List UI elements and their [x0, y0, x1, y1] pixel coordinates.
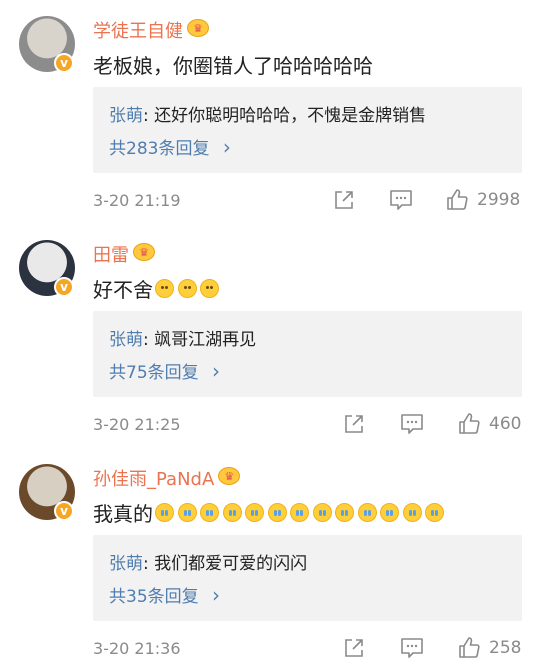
view-replies-link[interactable]: 共35条回复 › [109, 582, 220, 607]
sad-face-emoji [200, 279, 219, 298]
reply-separator: : [143, 106, 155, 126]
reply-author[interactable]: 张萌 [109, 106, 143, 126]
crying-face-emoji [312, 503, 332, 522]
comment-text: 老板娘，你圈错人了哈哈哈哈哈 [93, 50, 375, 79]
share-icon[interactable] [343, 413, 365, 435]
crying-face-emoji [155, 503, 174, 522]
reply-preview: 张萌: 飒哥江湖再见 [109, 325, 256, 350]
chevron-right-icon: › [212, 583, 221, 607]
comment-icon[interactable] [400, 637, 424, 659]
crying-face-emoji [200, 503, 219, 522]
verified-badge-icon: v [54, 501, 74, 521]
like-count: 2998 [477, 190, 521, 210]
reply-separator: : [143, 554, 155, 574]
crying-face-emoji [267, 503, 287, 522]
sad-face-emoji [155, 279, 174, 298]
comment-icon[interactable] [400, 413, 424, 435]
crying-face-emoji [290, 503, 309, 522]
like-count: 258 [489, 638, 522, 658]
comment-text-body: 我真的 [93, 502, 153, 526]
view-replies-link[interactable]: 共75条回复 › [109, 358, 220, 383]
comment-text: 好不舍 [93, 274, 223, 303]
thumbs-up-icon[interactable] [445, 188, 469, 212]
comment-item: v 孙佳雨_PaNdA ♛ 我真的 张萌: 我们都爱可爱的闪闪 共35条回复 ›… [0, 448, 539, 672]
reply-box[interactable]: 张萌: 我们都爱可爱的闪闪 共35条回复 › [93, 535, 522, 621]
reply-count-label: 共35条回复 [109, 587, 199, 607]
timestamp: 3-20 21:19 [93, 191, 181, 210]
crying-face-emoji [177, 503, 197, 522]
sad-face-emoji [177, 279, 197, 298]
comment-item: v 学徒王自健 ♛ 老板娘，你圈错人了哈哈哈哈哈 张萌: 还好你聪明哈哈哈，不愧… [0, 0, 539, 224]
username[interactable]: 学徒王自健 [93, 17, 183, 43]
chevron-right-icon: › [222, 135, 231, 159]
crying-face-emoji [357, 503, 377, 522]
reply-text: 还好你聪明哈哈哈，不愧是金牌销售 [154, 106, 427, 126]
view-replies-link[interactable]: 共283条回复 › [109, 134, 231, 159]
reply-preview: 张萌: 我们都爱可爱的闪闪 [109, 549, 307, 574]
username[interactable]: 孙佳雨_PaNdA [93, 465, 214, 491]
reply-text: 我们都爱可爱的闪闪 [154, 554, 308, 574]
crown-member-icon: ♛ [133, 243, 155, 261]
crown-member-icon: ♛ [218, 467, 241, 485]
crying-face-emoji [380, 503, 399, 522]
reply-author[interactable]: 张萌 [109, 330, 143, 350]
reply-author[interactable]: 张萌 [109, 554, 143, 574]
timestamp: 3-20 21:25 [93, 415, 181, 434]
reply-count-label: 共283条回复 [109, 139, 210, 159]
reply-count-label: 共75条回复 [109, 363, 199, 383]
comment-item: v 田雷 ♛ 好不舍 张萌: 飒哥江湖再见 共75条回复 › 3-20 21:2… [0, 224, 539, 448]
emoji-group [155, 279, 223, 298]
thumbs-up-icon[interactable] [457, 636, 481, 660]
share-icon[interactable] [333, 189, 355, 211]
verified-badge-icon: v [54, 277, 74, 297]
reply-box[interactable]: 张萌: 还好你聪明哈哈哈，不愧是金牌销售 共283条回复 › [93, 87, 522, 173]
crown-member-icon: ♛ [187, 19, 209, 37]
share-icon[interactable] [343, 637, 365, 659]
thumbs-up-icon[interactable] [457, 412, 481, 436]
crying-face-emoji [402, 503, 422, 522]
like-count: 460 [489, 414, 522, 434]
comment-text-body: 老板娘，你圈错人了哈哈哈哈哈 [93, 54, 373, 78]
crying-face-emoji [425, 503, 444, 522]
username[interactable]: 田雷 [93, 241, 129, 267]
chevron-right-icon: › [212, 359, 221, 383]
crying-face-emoji [245, 503, 264, 522]
comment-icon[interactable] [389, 189, 413, 211]
timestamp: 3-20 21:36 [93, 639, 181, 658]
emoji-group [155, 503, 448, 522]
reply-box[interactable]: 张萌: 飒哥江湖再见 共75条回复 › [93, 311, 522, 397]
crying-face-emoji [222, 503, 242, 522]
reply-separator: : [143, 330, 155, 350]
verified-badge-icon: v [54, 53, 74, 73]
crying-face-emoji [335, 503, 354, 522]
reply-text: 飒哥江湖再见 [154, 330, 257, 350]
comment-text: 我真的 [93, 498, 448, 527]
comment-text-body: 好不舍 [93, 278, 153, 302]
reply-preview: 张萌: 还好你聪明哈哈哈，不愧是金牌销售 [109, 101, 426, 126]
